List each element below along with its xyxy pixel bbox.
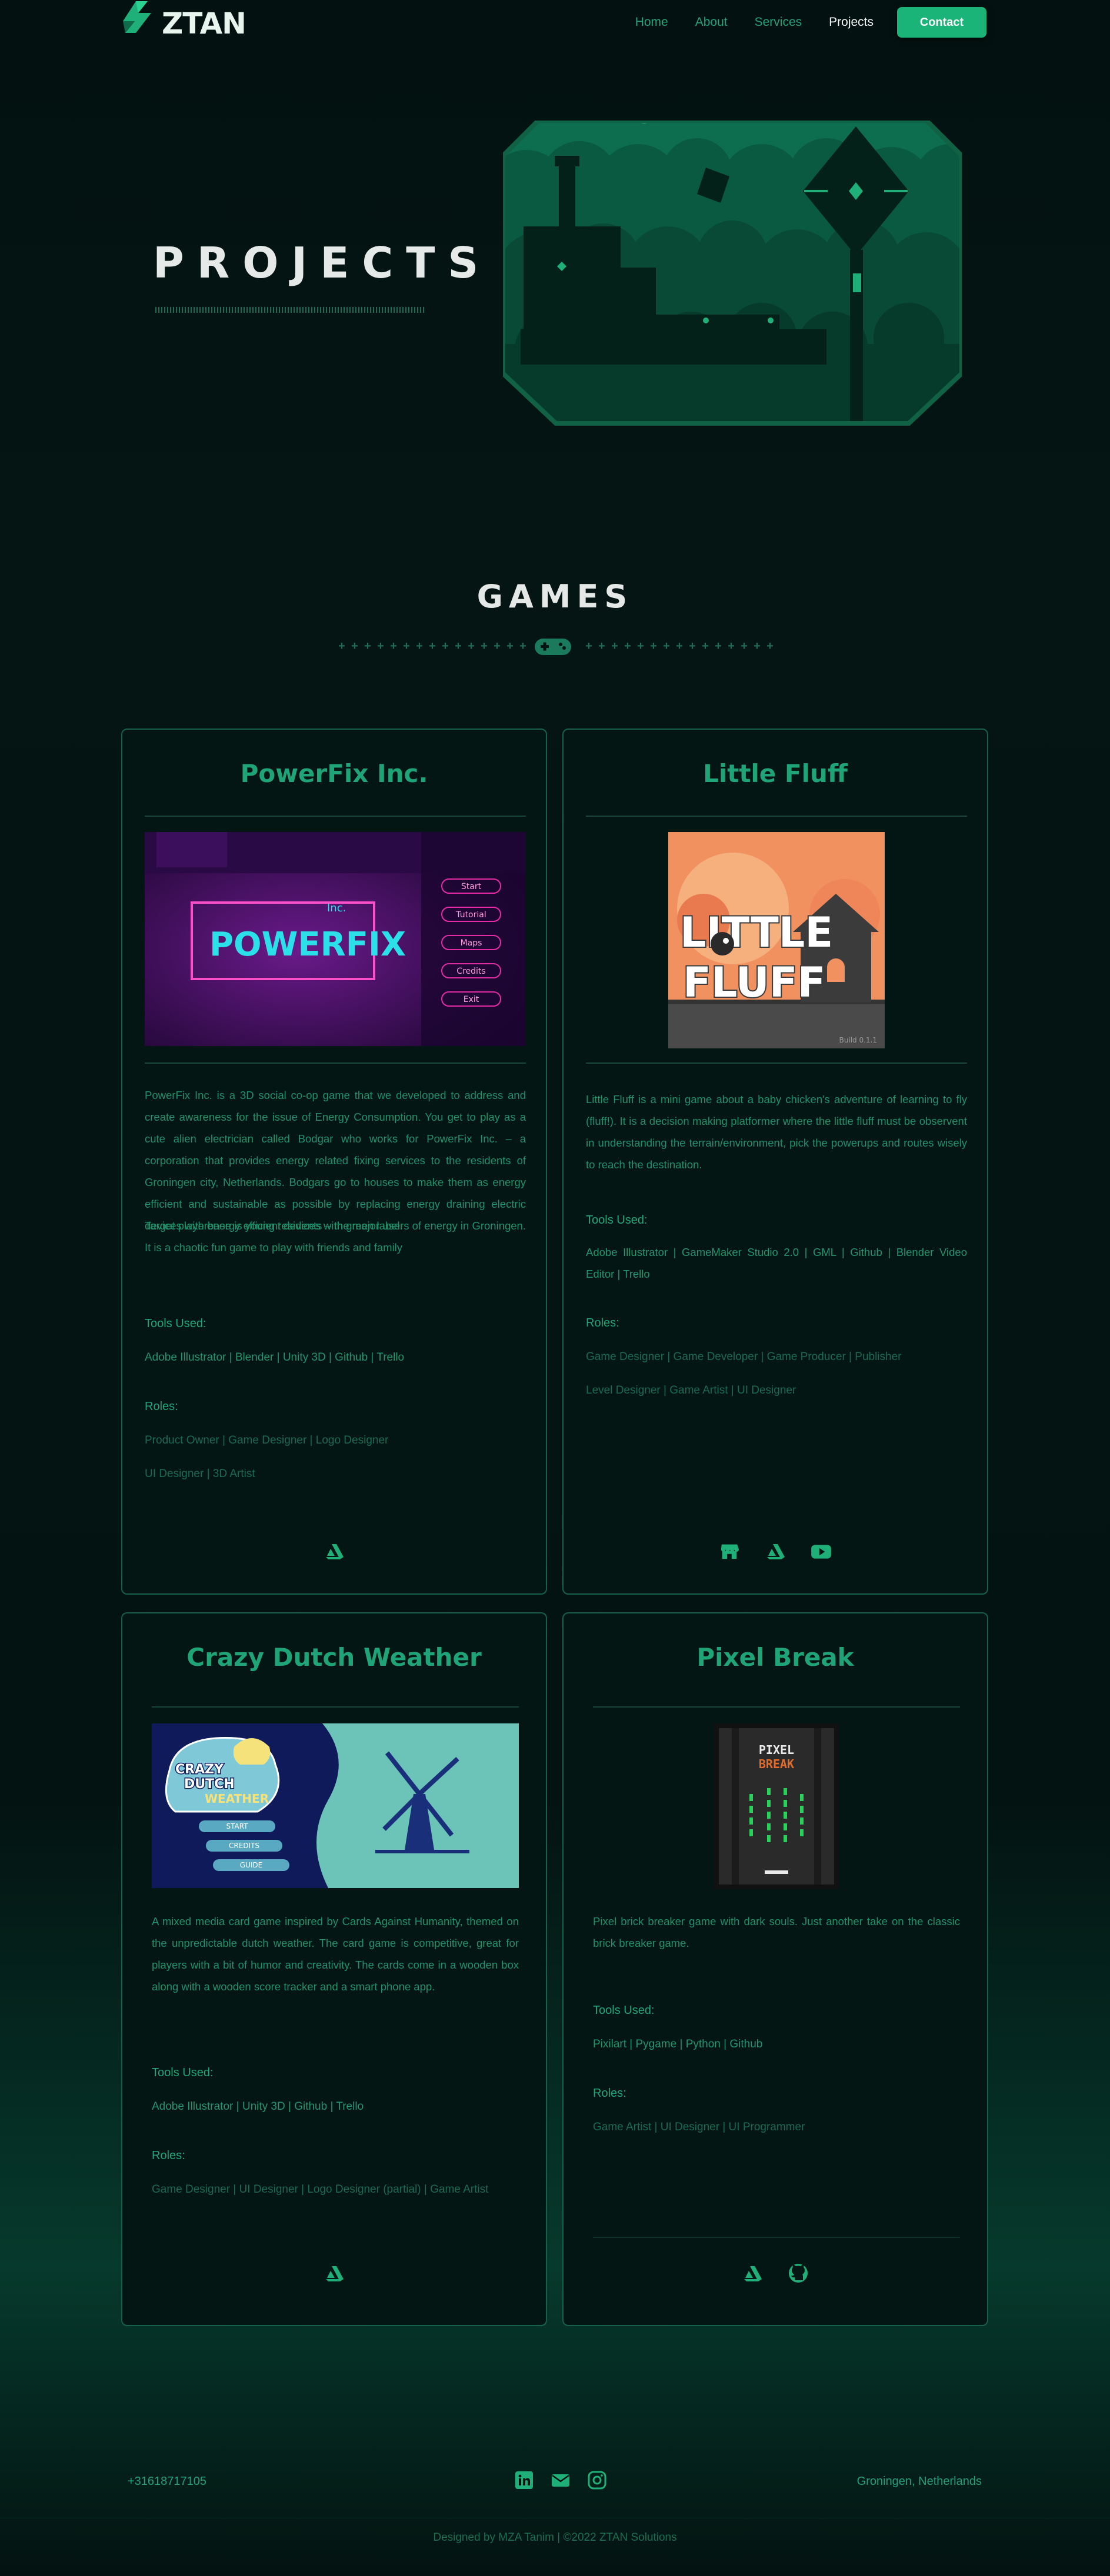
card-links [122, 1540, 546, 1562]
card-links [122, 2262, 546, 2284]
roles-label: Roles: [586, 1317, 619, 1329]
tools-value: Adobe Illustrator | Blender | Unity 3D |… [145, 1351, 405, 1364]
powerfix-thumbnail[interactable]: POWERFIX Inc. Start Tutorial Maps Credit… [145, 832, 526, 1046]
thumb-menu-exit: Exit [464, 995, 479, 1004]
cdw-logo-line3: WEATHER [205, 1792, 269, 1806]
card-description: A mixed media card game inspired by Card… [152, 1915, 519, 1993]
cdw-menu-credits: CREDITS [229, 1842, 259, 1850]
artstation-icon[interactable] [323, 1540, 345, 1562]
cdw-logo-line2: DUTCH [184, 1777, 235, 1792]
little-fluff-logo-line2: FLUFF [683, 958, 825, 1007]
linkedin-icon[interactable] [515, 2471, 534, 2490]
brand-name: ZTAN [162, 6, 246, 41]
powerfix-inc-text: Inc. [327, 902, 346, 914]
build-version: Build 0.1.1 [839, 1036, 877, 1044]
nav-services[interactable]: Services [755, 15, 802, 29]
email-icon[interactable] [551, 2471, 570, 2490]
role-line: Level Designer | Game Artist | UI Design… [586, 1384, 796, 1396]
card-divider [593, 2237, 960, 2238]
divider-left-plus-row: + + + + + + + + + + + + + + + [338, 640, 526, 653]
card-title: Pixel Break [696, 1643, 854, 1672]
title-underline [155, 307, 426, 313]
store-icon[interactable] [718, 1540, 741, 1562]
divider-right-plus-row: + + + + + + + + + + + + + + + [585, 640, 774, 653]
card-description: Little Fluff is a mini game about a baby… [586, 1093, 967, 1171]
card-divider [586, 1063, 967, 1064]
games-divider: + + + + + + + + + + + + + + + + + + + + + + + + + + + + + + [335, 635, 776, 659]
pixel-break-thumbnail[interactable]: PIXEL BREAK [714, 1723, 839, 1889]
thumb-menu-start: Start [461, 882, 482, 891]
card-description: Pixel brick breaker game with dark souls… [593, 1915, 960, 1949]
pixel-break-logo-line2: BREAK [759, 1757, 794, 1771]
role-line: UI Designer | 3D Artist [145, 1468, 255, 1480]
footer-social-links [506, 2471, 615, 2490]
card-links [564, 2262, 987, 2284]
footer-credit: Designed by MZA Tanim | ©2022 ZTAN Solut… [433, 2531, 677, 2544]
thumb-menu-maps: Maps [461, 938, 482, 948]
github-icon[interactable] [787, 2262, 809, 2284]
tools-label: Tools Used: [152, 2066, 214, 2079]
tools-label: Tools Used: [593, 2004, 655, 2017]
game-card-crazy-dutch-weather: Crazy Dutch Weather CRAZY DUTCH WEATHER … [121, 1612, 547, 2326]
cdw-menu-guide: GUIDE [240, 1861, 262, 1869]
thumb-menu-credits: Credits [456, 967, 485, 976]
ztan-logo-icon [123, 1, 151, 33]
instagram-icon[interactable] [588, 2471, 606, 2490]
card-description-2: Target playerbase is young residents – t… [145, 1219, 526, 1254]
tools-value: Adobe Illustrator | Unity 3D | Github | … [152, 2100, 364, 2113]
cdw-logo-line1: CRAZY [175, 1762, 224, 1777]
pixel-break-logo-line1: PIXEL [759, 1743, 794, 1757]
tools-label: Tools Used: [586, 1214, 648, 1227]
brand-logo[interactable]: ZTAN [115, 0, 246, 47]
artstation-icon[interactable] [741, 2262, 764, 2284]
card-title: Little Fluff [703, 759, 848, 788]
navbar: ZTAN Home About Services Projects Contac… [0, 0, 1110, 47]
game-card-pixel-break: Pixel Break PIXEL BREAK Pixel brick brea… [562, 1612, 988, 2326]
nav-projects[interactable]: Projects [829, 15, 874, 29]
game-card-little-fluff: Little Fluff LITTLE FLUFF Build 0.1.1 Li… [562, 729, 988, 1595]
section-title-games: GAMES [476, 578, 634, 615]
tools-value: Adobe Illustrator | GameMaker Studio 2.0… [586, 1246, 967, 1280]
card-divider [145, 1063, 526, 1064]
card-links [564, 1540, 987, 1562]
card-divider [152, 1706, 519, 1708]
nav-about[interactable]: About [695, 15, 728, 29]
little-fluff-logo-line1: LITTLE [680, 908, 833, 957]
card-title: Crazy Dutch Weather [186, 1643, 482, 1672]
artstation-icon[interactable] [323, 2262, 345, 2284]
card-divider [593, 1706, 960, 1708]
tools-value: Pixilart | Pygame | Python | Github [593, 2038, 763, 2050]
contact-button[interactable]: Contact [897, 7, 986, 38]
crazy-dutch-weather-thumbnail[interactable]: CRAZY DUTCH WEATHER START CREDITS GUIDE [152, 1723, 519, 1888]
game-card-powerfix: PowerFix Inc. POWERFIX Inc. Start Tutori… [121, 729, 547, 1595]
footer-phone[interactable]: +31618717105 [128, 2475, 206, 2488]
page-title: PROJECTS [153, 238, 492, 288]
roles-label: Roles: [593, 2087, 626, 2100]
card-description: PowerFix Inc. is a 3D social co-op game … [145, 1089, 526, 1232]
hero-illustration [503, 121, 962, 426]
gamepad-icon [535, 639, 571, 655]
role-line: Product Owner | Game Designer | Logo Des… [145, 1434, 389, 1446]
nav-home[interactable]: Home [635, 15, 668, 29]
little-fluff-thumbnail[interactable]: LITTLE FLUFF Build 0.1.1 [668, 832, 885, 1048]
card-divider [586, 816, 967, 817]
powerfix-logo-text: POWERFIX [209, 926, 406, 964]
card-title: PowerFix Inc. [240, 759, 428, 788]
role-line: Game Designer | Game Developer | Game Pr… [586, 1351, 902, 1363]
youtube-icon[interactable] [810, 1540, 832, 1562]
card-divider [145, 816, 526, 817]
role-line: Game Designer | UI Designer | Logo Desig… [152, 2183, 489, 2196]
thumb-menu-tutorial: Tutorial [455, 910, 486, 920]
role-line: Game Artist | UI Designer | UI Programme… [593, 2121, 805, 2133]
roles-label: Roles: [145, 1400, 178, 1413]
tools-label: Tools Used: [145, 1317, 206, 1330]
roles-label: Roles: [152, 2149, 185, 2162]
artstation-icon[interactable] [764, 1540, 786, 1562]
cdw-menu-start: START [226, 1822, 248, 1830]
nav-links: Home About Services Projects Contact [608, 7, 986, 38]
footer-location: Groningen, Netherlands [856, 2475, 982, 2488]
